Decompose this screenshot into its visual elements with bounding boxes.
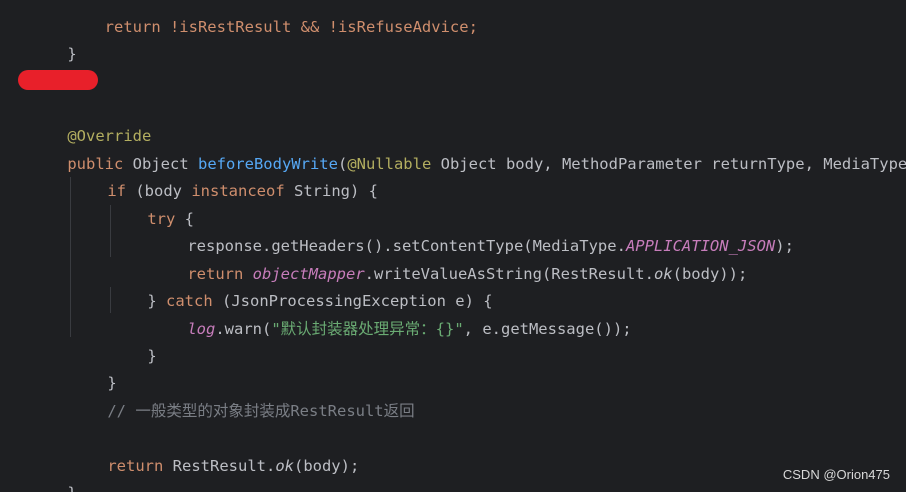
redaction-mark	[18, 70, 98, 90]
code-token: (body);	[293, 457, 360, 475]
code-token: RestResult.	[163, 457, 276, 475]
code-line: }	[70, 343, 116, 392]
code-line: if (body instanceof String) {	[70, 151, 378, 200]
code-line: return objectMapper.writeValueAsString(R…	[150, 234, 747, 283]
code-line: }	[110, 316, 156, 365]
code-line: }	[30, 453, 76, 492]
code-token: Object body, MethodParameter returnType,…	[431, 155, 906, 173]
code-line: }	[30, 14, 76, 63]
code-token: , e.getMessage());	[463, 320, 632, 338]
code-line: log.warn("默认封装器处理异常：{}", e.getMessage())…	[150, 289, 631, 338]
keyword-token: return	[107, 457, 164, 475]
code-token: );	[775, 237, 794, 255]
watermark: CSDN @Orion475	[782, 467, 890, 482]
static-method-token: ok	[275, 457, 294, 475]
code-line: @Override	[30, 96, 151, 145]
comment-token: // 一般类型的对象封装成RestResult返回	[107, 402, 415, 420]
code-line: response.getHeaders().setContentType(Med…	[150, 206, 794, 255]
code-line: return !isRestResult && !isRefuseAdvice;	[30, 0, 478, 36]
code-token: }	[147, 347, 157, 365]
code-token: }	[67, 484, 76, 492]
code-token: }	[67, 45, 77, 63]
code-line: } catch (JsonProcessingException e) {	[110, 261, 492, 310]
code-editor[interactable]: return !isRestResult && !isRefuseAdvice;…	[0, 0, 906, 492]
code-token: String) {	[284, 182, 378, 200]
code-token: (body));	[672, 265, 748, 283]
code-line: public Object beforeBodyWrite(@Nullable …	[30, 124, 906, 173]
code-token: return !isRestResult && !isRefuseAdvice;	[67, 18, 478, 36]
static-method-token: ok	[653, 265, 673, 283]
string-literal: "默认封装器处理异常：{}"	[271, 320, 464, 338]
code-line: return RestResult.ok(body);	[70, 426, 359, 475]
field-token: log	[187, 320, 216, 338]
code-token: .warn(	[215, 320, 272, 338]
code-line: // 一般类型的对象封装成RestResult返回	[70, 371, 414, 420]
keyword-token: instanceof	[191, 182, 285, 200]
code-line: try {	[110, 179, 194, 228]
